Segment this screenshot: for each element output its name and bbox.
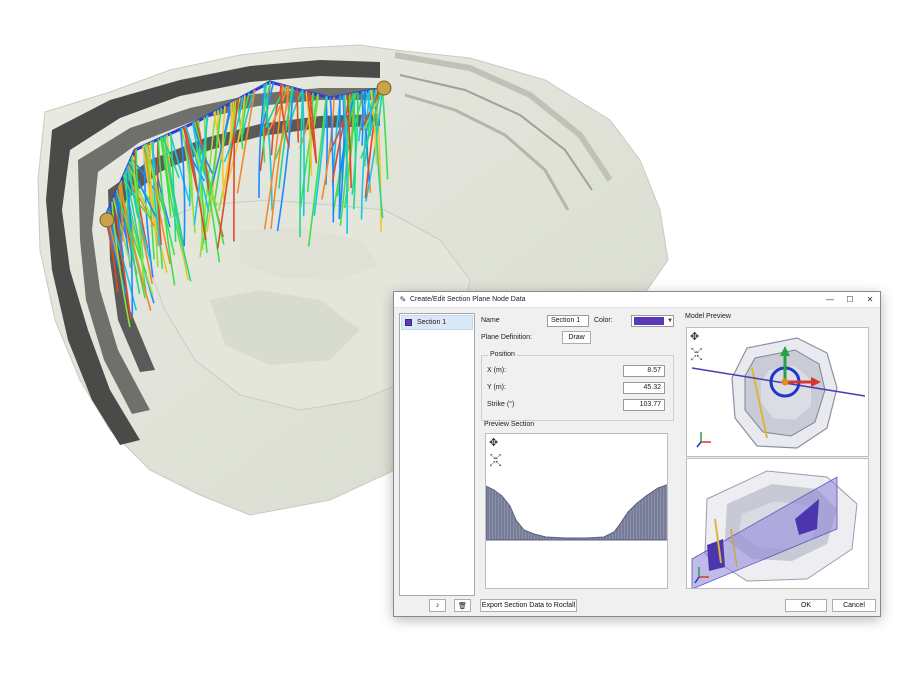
- name-label: Name: [481, 317, 500, 324]
- close-button[interactable]: ✕: [860, 292, 880, 307]
- cancel-button[interactable]: Cancel: [832, 599, 876, 612]
- model-preview-top[interactable]: ✥ ⤡⤢ ⤢⤡: [686, 327, 869, 457]
- trash-icon: 🗑: [458, 602, 467, 610]
- position-group: Position X (m): 8.57 Y (m): 45.32 Strike…: [481, 351, 674, 421]
- section-color-swatch: [405, 319, 412, 326]
- name-field[interactable]: Section 1: [547, 315, 589, 327]
- y-label: Y (m):: [487, 384, 506, 391]
- list-item[interactable]: Section 1: [401, 315, 473, 330]
- perspective-view: [691, 470, 858, 588]
- color-chip: [634, 317, 664, 325]
- preview-section-canvas[interactable]: ✥ ⤡⤢ ⤢⤡: [485, 433, 668, 589]
- add-section-icon: ♪: [435, 602, 440, 609]
- strike-field[interactable]: 103.77: [623, 399, 665, 411]
- delete-section-button[interactable]: 🗑: [454, 599, 471, 612]
- dialog-titlebar: ✎ Create/Edit Section Plane Node Data — …: [394, 292, 880, 308]
- chevron-down-icon: ▼: [667, 318, 673, 324]
- color-label: Color:: [594, 317, 613, 324]
- section-plane-dialog: ✎ Create/Edit Section Plane Node Data — …: [393, 291, 881, 617]
- export-rocfall-button[interactable]: Export Section Data to Rocfall: [480, 599, 577, 612]
- strike-label: Strike (°): [487, 401, 515, 408]
- preview-section-title: Preview Section: [484, 421, 535, 428]
- section-profile: [486, 484, 667, 541]
- trajectory-path: [338, 95, 341, 220]
- section-list[interactable]: Section 1: [399, 313, 475, 596]
- x-label: X (m):: [487, 367, 507, 374]
- plane-definition-label: Plane Definition:: [481, 334, 532, 341]
- x-field[interactable]: 8.57: [623, 365, 665, 377]
- color-picker[interactable]: ▼: [631, 315, 674, 327]
- app-icon: ✎: [399, 295, 407, 304]
- y-field[interactable]: 45.32: [623, 382, 665, 394]
- minimize-button[interactable]: —: [820, 292, 840, 307]
- position-title: Position: [488, 351, 517, 358]
- section-label: Section 1: [417, 319, 447, 326]
- model-preview-3d[interactable]: [686, 458, 869, 589]
- ok-button[interactable]: OK: [785, 599, 827, 612]
- add-section-button[interactable]: ♪: [429, 599, 446, 612]
- plan-view: [691, 337, 866, 449]
- dialog-title: Create/Edit Section Plane Node Data: [410, 296, 526, 303]
- draw-button[interactable]: Draw: [562, 331, 591, 344]
- axis-triad-icon: [696, 432, 711, 448]
- model-preview-title: Model Preview: [685, 313, 731, 320]
- maximize-button[interactable]: ☐: [840, 292, 860, 307]
